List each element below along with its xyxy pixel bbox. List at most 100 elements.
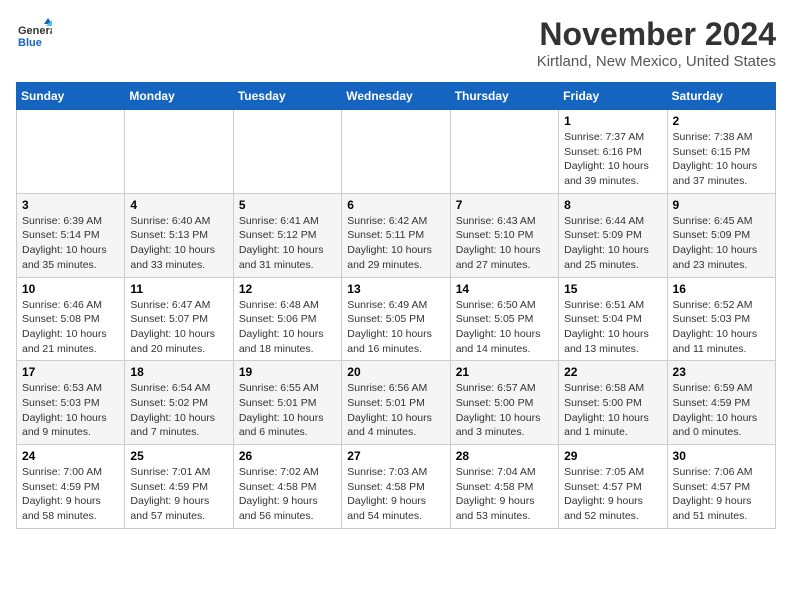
calendar-cell: 1 Sunrise: 7:37 AM Sunset: 6:16 PM Daylig… [559, 110, 667, 194]
day-number: 5 [239, 198, 336, 212]
day-number: 3 [22, 198, 119, 212]
day-info: Sunrise: 6:44 AM Sunset: 5:09 PM Dayligh… [564, 214, 661, 273]
calendar-cell: 23Sunrise: 6:59 AM Sunset: 4:59 PM Dayli… [667, 361, 775, 445]
month-title: November 2024 [537, 16, 776, 53]
calendar-cell [450, 110, 558, 194]
day-info: Sunrise: 7:05 AM Sunset: 4:57 PM Dayligh… [564, 465, 661, 524]
calendar-cell: 13 Sunrise: 6:49 AM Sunset: 5:05 PM Dayli… [342, 277, 450, 361]
day-info: Sunrise: 6:54 AM Sunset: 5:02 PM Dayligh… [130, 381, 227, 440]
calendar-cell: 18Sunrise: 6:54 AM Sunset: 5:02 PM Dayli… [125, 361, 233, 445]
day-info: Sunrise: 6:49 AM Sunset: 5:05 PM Dayligh… [347, 298, 444, 357]
calendar-cell: 27 Sunrise: 7:03 AM Sunset: 4:58 PM Dayli… [342, 445, 450, 529]
calendar-cell: 15 Sunrise: 6:51 AM Sunset: 5:04 PM Dayli… [559, 277, 667, 361]
day-number: 6 [347, 198, 444, 212]
calendar-cell: 7 Sunrise: 6:43 AM Sunset: 5:10 PM Daylig… [450, 193, 558, 277]
day-info: Sunrise: 6:55 AM Sunset: 5:01 PM Dayligh… [239, 381, 336, 440]
day-number: 22 [564, 365, 661, 379]
day-number: 13 [347, 282, 444, 296]
day-number: 17 [22, 365, 119, 379]
calendar-cell [17, 110, 125, 194]
svg-text:Blue: Blue [18, 37, 42, 49]
day-number: 12 [239, 282, 336, 296]
calendar-cell: 16 Sunrise: 6:52 AM Sunset: 5:03 PM Dayli… [667, 277, 775, 361]
svg-text:General: General [18, 25, 52, 37]
weekday-header-sunday: Sunday [17, 83, 125, 110]
day-number: 4 [130, 198, 227, 212]
calendar-cell: 6 Sunrise: 6:42 AM Sunset: 5:11 PM Daylig… [342, 193, 450, 277]
calendar-cell: 10 Sunrise: 6:46 AM Sunset: 5:08 PM Dayli… [17, 277, 125, 361]
day-info: Sunrise: 6:42 AM Sunset: 5:11 PM Dayligh… [347, 214, 444, 273]
day-number: 19 [239, 365, 336, 379]
day-number: 26 [239, 449, 336, 463]
day-number: 14 [456, 282, 553, 296]
day-info: Sunrise: 6:53 AM Sunset: 5:03 PM Dayligh… [22, 381, 119, 440]
day-number: 1 [564, 114, 661, 128]
week-row-1: 1 Sunrise: 7:37 AM Sunset: 6:16 PM Daylig… [17, 110, 776, 194]
day-info: Sunrise: 6:43 AM Sunset: 5:10 PM Dayligh… [456, 214, 553, 273]
calendar-cell: 5 Sunrise: 6:41 AM Sunset: 5:12 PM Daylig… [233, 193, 341, 277]
calendar-cell: 28 Sunrise: 7:04 AM Sunset: 4:58 PM Dayli… [450, 445, 558, 529]
calendar-cell: 14 Sunrise: 6:50 AM Sunset: 5:05 PM Dayli… [450, 277, 558, 361]
calendar-cell: 21Sunrise: 6:57 AM Sunset: 5:00 PM Dayli… [450, 361, 558, 445]
day-number: 11 [130, 282, 227, 296]
day-number: 20 [347, 365, 444, 379]
week-row-4: 17 Sunrise: 6:53 AM Sunset: 5:03 PM Dayli… [17, 361, 776, 445]
day-info: Sunrise: 7:00 AM Sunset: 4:59 PM Dayligh… [22, 465, 119, 524]
day-info: Sunrise: 6:50 AM Sunset: 5:05 PM Dayligh… [456, 298, 553, 357]
day-info: Sunrise: 7:38 AM Sunset: 6:15 PM Dayligh… [673, 130, 770, 189]
weekday-header-tuesday: Tuesday [233, 83, 341, 110]
calendar-cell: 12 Sunrise: 6:48 AM Sunset: 5:06 PM Dayli… [233, 277, 341, 361]
day-number: 27 [347, 449, 444, 463]
day-info: Sunrise: 7:02 AM Sunset: 4:58 PM Dayligh… [239, 465, 336, 524]
day-info: Sunrise: 6:56 AM Sunset: 5:01 PM Dayligh… [347, 381, 444, 440]
day-info: Sunrise: 7:03 AM Sunset: 4:58 PM Dayligh… [347, 465, 444, 524]
day-number: 7 [456, 198, 553, 212]
location-title: Kirtland, New Mexico, United States [537, 53, 776, 70]
day-number: 15 [564, 282, 661, 296]
day-info: Sunrise: 6:40 AM Sunset: 5:13 PM Dayligh… [130, 214, 227, 273]
calendar-cell: 11Sunrise: 6:47 AM Sunset: 5:07 PM Dayli… [125, 277, 233, 361]
calendar-table: SundayMondayTuesdayWednesdayThursdayFrid… [16, 82, 776, 529]
logo: General Blue [16, 16, 52, 52]
day-info: Sunrise: 6:48 AM Sunset: 5:06 PM Dayligh… [239, 298, 336, 357]
calendar-cell: 20 Sunrise: 6:56 AM Sunset: 5:01 PM Dayli… [342, 361, 450, 445]
day-info: Sunrise: 7:01 AM Sunset: 4:59 PM Dayligh… [130, 465, 227, 524]
logo-icon: General Blue [16, 16, 52, 52]
title-area: November 2024 Kirtland, New Mexico, Unit… [537, 16, 776, 70]
weekday-header-thursday: Thursday [450, 83, 558, 110]
calendar-cell [233, 110, 341, 194]
calendar-cell: 17 Sunrise: 6:53 AM Sunset: 5:03 PM Dayli… [17, 361, 125, 445]
day-info: Sunrise: 6:41 AM Sunset: 5:12 PM Dayligh… [239, 214, 336, 273]
day-info: Sunrise: 6:45 AM Sunset: 5:09 PM Dayligh… [673, 214, 770, 273]
calendar-cell: 22 Sunrise: 6:58 AM Sunset: 5:00 PM Dayli… [559, 361, 667, 445]
day-number: 29 [564, 449, 661, 463]
calendar-cell: 26 Sunrise: 7:02 AM Sunset: 4:58 PM Dayli… [233, 445, 341, 529]
day-info: Sunrise: 6:52 AM Sunset: 5:03 PM Dayligh… [673, 298, 770, 357]
calendar-cell [125, 110, 233, 194]
weekday-header-wednesday: Wednesday [342, 83, 450, 110]
day-info: Sunrise: 6:46 AM Sunset: 5:08 PM Dayligh… [22, 298, 119, 357]
day-info: Sunrise: 6:39 AM Sunset: 5:14 PM Dayligh… [22, 214, 119, 273]
week-row-3: 10 Sunrise: 6:46 AM Sunset: 5:08 PM Dayli… [17, 277, 776, 361]
day-number: 2 [673, 114, 770, 128]
calendar-cell: 3 Sunrise: 6:39 AM Sunset: 5:14 PM Daylig… [17, 193, 125, 277]
day-number: 23 [673, 365, 770, 379]
day-number: 30 [673, 449, 770, 463]
weekday-header-row: SundayMondayTuesdayWednesdayThursdayFrid… [17, 83, 776, 110]
day-number: 28 [456, 449, 553, 463]
calendar-cell: 19 Sunrise: 6:55 AM Sunset: 5:01 PM Dayli… [233, 361, 341, 445]
day-number: 10 [22, 282, 119, 296]
day-info: Sunrise: 7:37 AM Sunset: 6:16 PM Dayligh… [564, 130, 661, 189]
calendar-cell: 8Sunrise: 6:44 AM Sunset: 5:09 PM Daylig… [559, 193, 667, 277]
calendar-cell: 9 Sunrise: 6:45 AM Sunset: 5:09 PM Daylig… [667, 193, 775, 277]
day-info: Sunrise: 6:51 AM Sunset: 5:04 PM Dayligh… [564, 298, 661, 357]
day-info: Sunrise: 6:58 AM Sunset: 5:00 PM Dayligh… [564, 381, 661, 440]
day-number: 24 [22, 449, 119, 463]
day-info: Sunrise: 7:04 AM Sunset: 4:58 PM Dayligh… [456, 465, 553, 524]
day-number: 9 [673, 198, 770, 212]
day-number: 16 [673, 282, 770, 296]
calendar-cell: 2 Sunrise: 7:38 AM Sunset: 6:15 PM Daylig… [667, 110, 775, 194]
calendar-cell [342, 110, 450, 194]
weekday-header-monday: Monday [125, 83, 233, 110]
day-info: Sunrise: 7:06 AM Sunset: 4:57 PM Dayligh… [673, 465, 770, 524]
